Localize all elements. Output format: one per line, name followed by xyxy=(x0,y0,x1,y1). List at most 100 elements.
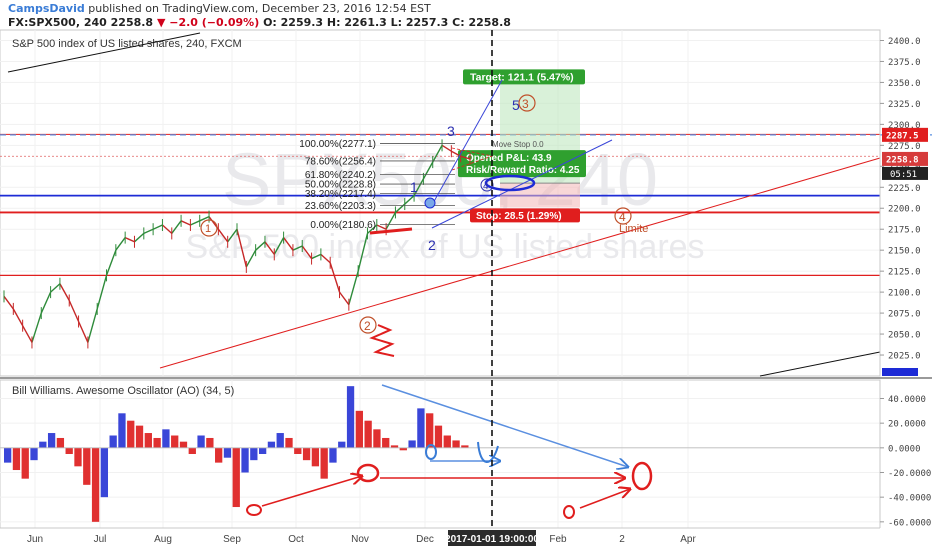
watermark-symbol: SPX500, 240 xyxy=(222,138,658,221)
ao-bar xyxy=(320,447,328,479)
ao-bar xyxy=(153,437,161,448)
price-tick-label: 2050.0 xyxy=(888,331,921,341)
oscillator-title: Bill Williams. Awesome Oscillator (AO) (… xyxy=(12,385,234,397)
ao-bar xyxy=(294,447,302,454)
wave-label-3: 3 xyxy=(447,123,455,139)
pnl-label: Opened P&L: 43.9 xyxy=(466,153,552,164)
ao-bar xyxy=(188,447,196,454)
ao-bar xyxy=(417,408,425,448)
limite-label: Limite xyxy=(619,223,648,235)
time-tick-label: 2 xyxy=(619,534,625,545)
wave-label-4: 4 xyxy=(483,181,489,192)
ao-bar xyxy=(408,440,416,448)
oscillator-pane[interactable] xyxy=(0,379,881,529)
circle-label-3: 3 xyxy=(522,97,529,111)
ao-bar xyxy=(74,447,82,467)
fib-level-label: 38.20%(2217.4) xyxy=(305,189,376,200)
ao-bar xyxy=(197,435,205,448)
blue-point-marker xyxy=(424,197,436,209)
ao-bar xyxy=(56,437,65,448)
fib-level-label: 100.00%(2277.1) xyxy=(299,139,376,150)
ao-bar xyxy=(364,420,372,448)
ao-bar xyxy=(241,447,249,473)
price-tick-label: 2025.0 xyxy=(888,352,921,362)
wave-label-2: 2 xyxy=(428,237,436,253)
ao-bar xyxy=(223,447,232,458)
ao-bar xyxy=(276,433,284,448)
ao-bar xyxy=(100,447,109,498)
ao-bar xyxy=(443,435,451,448)
chart-canvas[interactable]: SPX500, 240 S&P 500 index of US listed s… xyxy=(0,0,932,550)
time-cursor-label: 2017-01-01 19:00:00 xyxy=(445,534,539,545)
time-tick-label: Apr xyxy=(680,534,696,545)
ao-bar xyxy=(39,441,47,448)
price-tick-label: 2200.0 xyxy=(888,205,921,215)
price-tick-label: 2150.0 xyxy=(888,247,921,257)
ao-bar xyxy=(144,433,152,448)
fib-level-label: 23.60%(2203.3) xyxy=(305,201,376,212)
ao-bar xyxy=(338,441,346,448)
ao-bar xyxy=(65,447,73,454)
ao-bar xyxy=(373,429,381,448)
price-tick-label: 2375.0 xyxy=(888,58,921,68)
ao-bar xyxy=(346,386,355,448)
price-axis[interactable]: 2025.0 2050.0 2075.0 2100.0 2125.0 2150.0 2175… xyxy=(879,30,928,376)
wave-label-1: 1 xyxy=(410,179,418,195)
ao-bar xyxy=(91,447,100,522)
ao-bar xyxy=(267,441,276,448)
ao-bar xyxy=(47,433,56,448)
ao-bar xyxy=(311,447,320,467)
ao-bar xyxy=(135,425,144,448)
oscillator-axis[interactable]: 40.0000 20.0000 0.0000 -20.0000 -40.0000 -60.… xyxy=(879,380,931,528)
price-tick-label: 2100.0 xyxy=(888,289,921,299)
axis-blue-marker xyxy=(882,368,918,376)
ao-bar xyxy=(355,410,363,448)
time-tick-label: Jul xyxy=(94,534,107,545)
last-price-label: 2258.8 xyxy=(886,155,919,165)
target-label: Target: 121.1 (5.47%) xyxy=(470,71,574,83)
ao-bar xyxy=(232,447,240,508)
ao-bar xyxy=(434,425,443,448)
time-tick-label: Sep xyxy=(223,534,241,545)
ao-bar xyxy=(302,447,311,461)
ao-bar xyxy=(21,447,29,479)
ao-bar xyxy=(30,447,38,461)
time-tick-label: Jun xyxy=(27,534,43,545)
rr-label: Risk/Reward Ratio: 4.25 xyxy=(466,165,580,176)
ao-bar xyxy=(206,437,214,448)
ao-bar xyxy=(4,447,12,463)
price-tick-label: 2350.0 xyxy=(888,79,921,89)
price-tick-label: 2275.0 xyxy=(888,142,921,152)
ao-bar xyxy=(118,413,126,448)
price-tick-label: 2225.0 xyxy=(888,184,921,194)
oscillator-tick-label: -60.0000 xyxy=(888,518,931,528)
ao-bar xyxy=(109,435,117,448)
ao-bar xyxy=(285,437,293,448)
ao-bar xyxy=(162,429,170,448)
stop-label: Stop: 28.5 (1.29%) xyxy=(476,211,562,222)
time-tick-label: Nov xyxy=(351,534,369,545)
ao-bar xyxy=(179,441,188,448)
ao-bar xyxy=(258,447,267,454)
move-stop-label: Move Stop 0.0 xyxy=(492,140,544,149)
price-tick-label: 2125.0 xyxy=(888,268,921,278)
target-level-label: 2287.5 xyxy=(886,131,919,141)
time-tick-label: Aug xyxy=(154,534,172,545)
ao-bar xyxy=(452,440,460,448)
fib-level-label: 0.00%(2180.6) xyxy=(310,220,376,231)
ao-bar xyxy=(83,447,91,485)
ao-bar xyxy=(12,447,21,471)
circle-label-1: 1 xyxy=(205,223,211,235)
oscillator-tick-label: 0.0000 xyxy=(888,444,921,454)
time-tick-label: Oct xyxy=(288,534,304,545)
oscillator-tick-label: 40.0000 xyxy=(888,395,926,405)
oscillator-tick-label: -20.0000 xyxy=(888,469,931,479)
oscillator-tick-label: 20.0000 xyxy=(888,420,926,430)
ao-bar xyxy=(215,447,223,463)
ao-bar xyxy=(426,413,434,448)
price-tick-label: 2175.0 xyxy=(888,226,921,236)
ao-bar xyxy=(250,447,258,461)
fib-level-label: 78.60%(2256.4) xyxy=(305,156,376,167)
time-tick-label: Dec xyxy=(416,534,434,545)
ao-bar xyxy=(171,435,179,448)
